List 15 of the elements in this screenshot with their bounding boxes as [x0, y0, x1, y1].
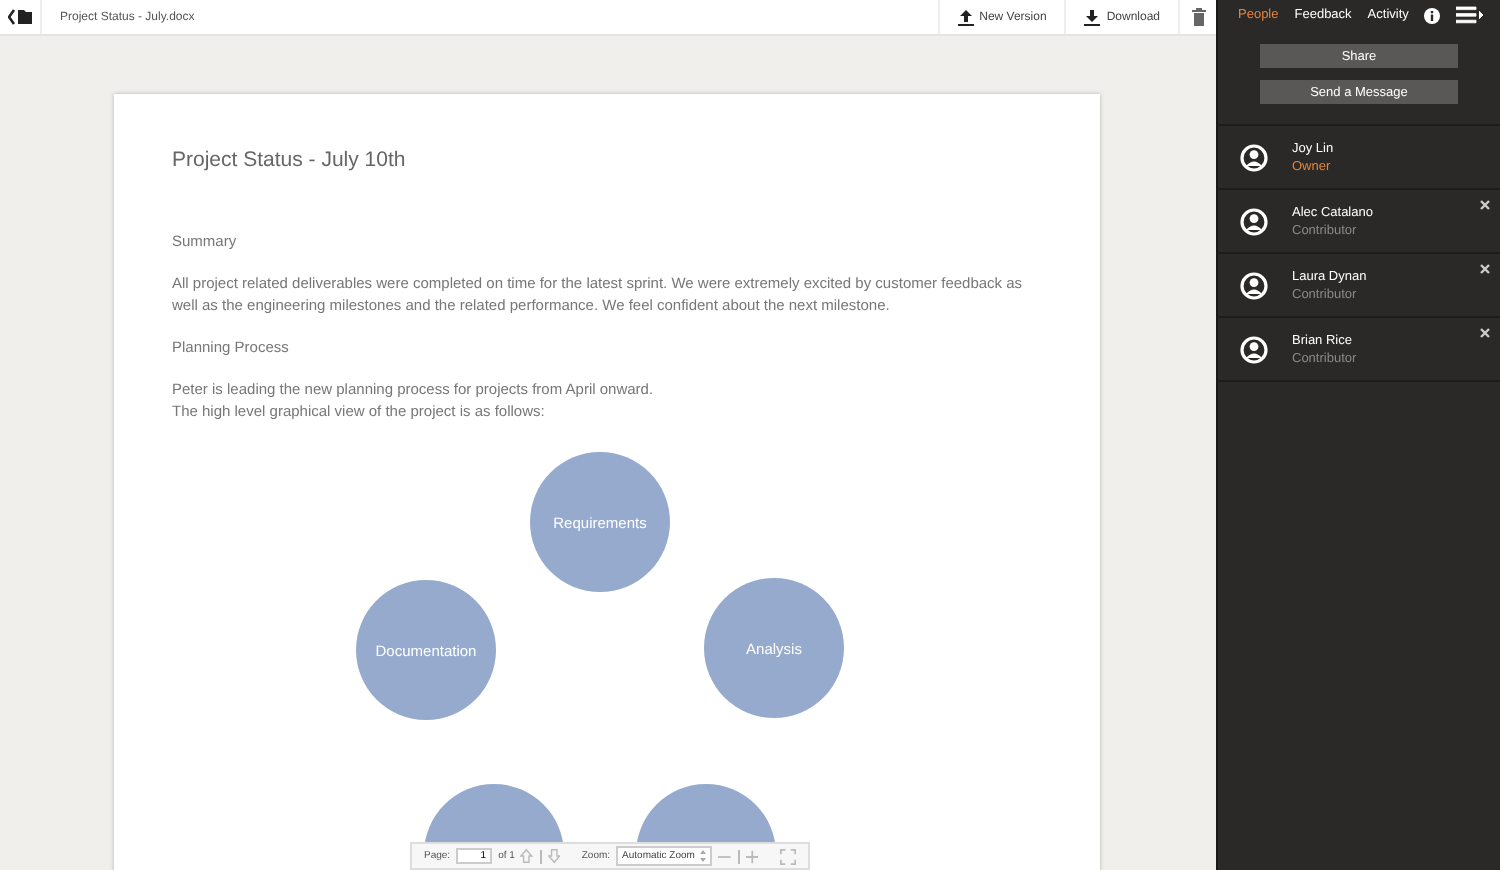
download-icon — [1084, 9, 1101, 25]
user-avatar-icon — [1240, 271, 1268, 299]
stepper-arrows-icon — [700, 850, 707, 862]
close-icon[interactable] — [1480, 328, 1490, 338]
user-avatar-icon — [1240, 335, 1268, 363]
info-icon[interactable] — [1424, 7, 1441, 23]
close-icon[interactable] — [1480, 264, 1490, 274]
document-title: Project Status - July 10th — [172, 148, 408, 172]
upload-icon — [957, 9, 974, 25]
close-icon[interactable] — [1480, 200, 1490, 210]
user-avatar-icon — [1240, 207, 1268, 235]
back-folder-icon[interactable] — [7, 8, 33, 26]
trash-icon[interactable] — [1191, 8, 1205, 26]
menu-icon[interactable] — [1456, 6, 1485, 24]
user-avatar-icon — [1240, 143, 1268, 171]
